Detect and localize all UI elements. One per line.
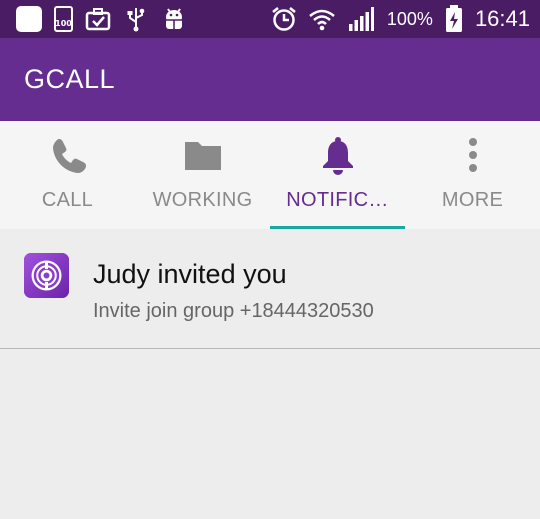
- battery-charging-icon: [445, 5, 462, 32]
- tab-bar: CALL WORKING NOTIFIC… MORE: [0, 121, 540, 229]
- tab-more-label: MORE: [441, 189, 504, 211]
- app-square-icon: [16, 6, 42, 32]
- briefcase-check-icon: [85, 8, 111, 31]
- app-bar: GCALL: [0, 38, 540, 121]
- alarm-icon: [272, 7, 296, 31]
- status-bar-left: 100: [16, 6, 187, 32]
- tab-call[interactable]: CALL: [0, 121, 135, 229]
- wifi-icon: [309, 9, 335, 31]
- tab-call-label: CALL: [41, 189, 94, 211]
- status-bar: 100 100% 16:41: [0, 0, 540, 38]
- more-vertical-icon: [468, 138, 477, 172]
- tab-working[interactable]: WORKING: [135, 121, 270, 229]
- gcall-logo-icon: [24, 253, 69, 298]
- tab-notifications-label: NOTIFIC…: [286, 189, 389, 211]
- bell-icon: [322, 137, 353, 175]
- tab-notifications[interactable]: NOTIFIC…: [270, 121, 405, 229]
- battery-small-label: 100: [55, 19, 72, 28]
- battery-percent: 100%: [386, 8, 433, 29]
- phone-icon: [52, 139, 86, 173]
- notification-subtitle: Invite join group +18444320530: [93, 300, 374, 322]
- status-clock: 16:41: [474, 6, 530, 31]
- tab-more[interactable]: MORE: [405, 121, 540, 229]
- app-title: GCALL: [24, 64, 116, 94]
- notification-title: Judy invited you: [93, 259, 287, 289]
- gcall-logo-graphic: [24, 253, 69, 298]
- battery-100-icon: 100: [54, 6, 73, 32]
- signal-icon: [348, 7, 374, 31]
- usb-icon: [127, 8, 145, 32]
- notification-item[interactable]: Judy invited you Invite join group +1844…: [0, 229, 540, 349]
- folder-icon: [184, 142, 221, 170]
- status-bar-right: 100% 16:41: [271, 5, 530, 33]
- android-debug-icon: [166, 8, 182, 29]
- tab-working-label: WORKING: [152, 189, 253, 211]
